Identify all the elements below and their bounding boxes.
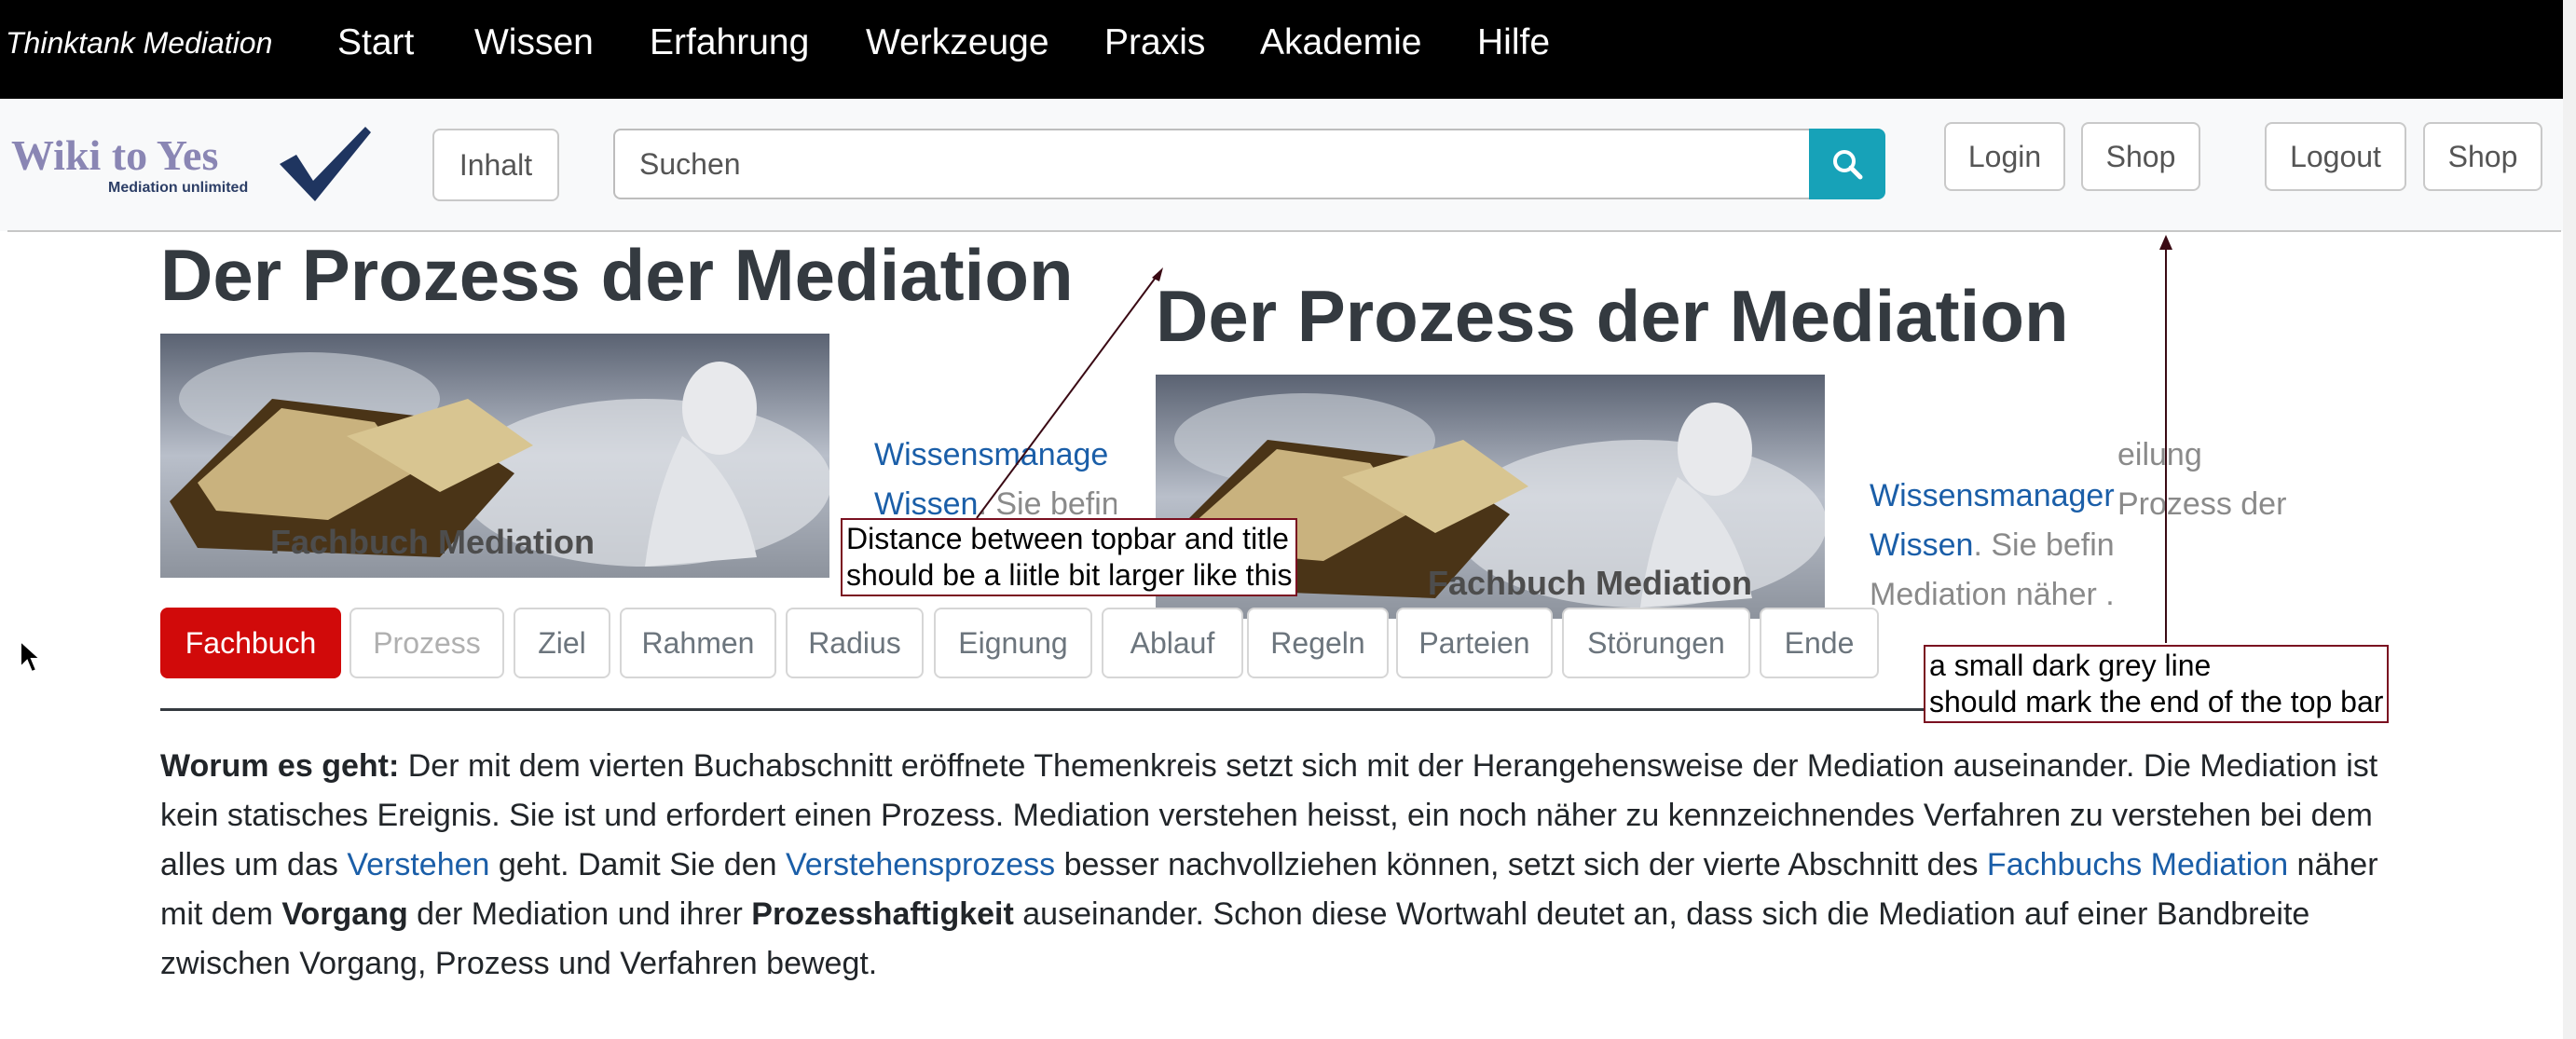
mouse-cursor-icon: [20, 639, 43, 674]
annotation-line: should mark the end of the top bar: [1929, 685, 2384, 718]
annotation-line: a small dark grey line: [1929, 649, 2212, 682]
annotation-note-grey-line: a small dark grey line should mark the e…: [1924, 645, 2390, 723]
annotation-line: should be a liitle bit larger like this: [846, 558, 1293, 592]
annotation-line: Distance between topbar and title: [846, 522, 1289, 555]
annotation-note-title-distance: Distance between topbar and title should…: [841, 518, 1298, 596]
